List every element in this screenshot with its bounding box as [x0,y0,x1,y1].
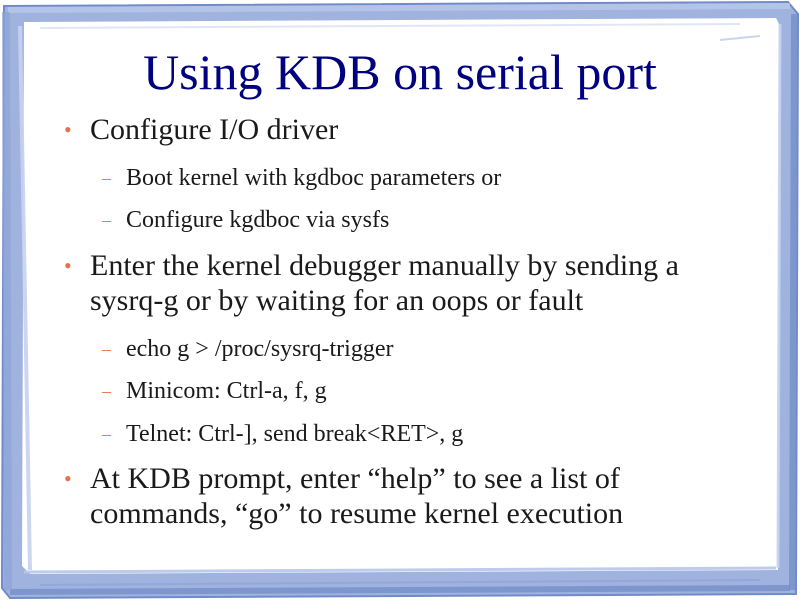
sub-text: echo g > /proc/sysrq-trigger [126,336,394,362]
sub-item-1-2: – Configure kgdboc via sysfs [102,205,746,235]
sub-item-2-1: – echo g > /proc/sysrq-trigger [102,334,746,364]
bullet-text: At KDB prompt, enter “help” to see a lis… [90,462,624,530]
sub-item-2-3: – Telnet: Ctrl-], send break<RET>, g [102,419,746,449]
bullet-text: Enter the kernel debugger manually by se… [90,249,679,317]
sub-item-1-1: – Boot kernel with kgdboc parameters or [102,163,746,193]
slide: Using KDB on serial port • Configure I/O… [0,0,800,600]
bullet-text: Configure I/O driver [90,113,339,146]
bullet-item-2: • Enter the kernel debugger manually by … [64,248,750,318]
slide-title: Using KDB on serial port [143,44,657,100]
sub-marker: – [102,381,111,401]
sub-text: Telnet: Ctrl-], send break<RET>, g [126,421,464,447]
sub-text: Minicom: Ctrl-a, f, g [126,378,327,404]
sub-text: Configure kgdboc via sysfs [126,207,390,233]
bullet-marker: • [64,117,72,142]
sub-item-2-2: – Minicom: Ctrl-a, f, g [102,376,746,406]
sub-marker: – [102,424,111,444]
bullet-item-3: • At KDB prompt, enter “help” to see a l… [64,461,750,531]
bullet-marker: • [64,466,72,491]
sub-marker: – [102,339,111,359]
bullet-item-1: • Configure I/O driver [64,112,750,147]
bullet-marker: • [64,253,72,278]
slide-content: Using KDB on serial port • Configure I/O… [0,0,800,600]
sub-marker: – [102,210,111,230]
sub-marker: – [102,168,111,188]
sub-text: Boot kernel with kgdboc parameters or [126,165,502,191]
